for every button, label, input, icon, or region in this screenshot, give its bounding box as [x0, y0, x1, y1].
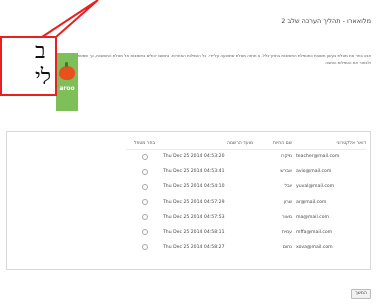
select-radio[interactable] — [141, 168, 148, 175]
header-email: דואר אלקטרוני — [292, 138, 366, 150]
submit-button[interactable]: המשך — [351, 289, 371, 299]
cell-date: Thu Dec 25 2014 04:57:29 — [163, 199, 225, 205]
header-registration-date: מועד הרשמה — [159, 138, 253, 150]
select-radio[interactable] — [141, 183, 148, 190]
cell-pet: נחום — [282, 245, 292, 251]
callout-box: ב לי — [0, 36, 57, 96]
table-row[interactable]: teacher@mail.com מיקרו Thu Dec 25 2014 0… — [126, 149, 366, 164]
header-pet-name: שם החיות — [253, 138, 292, 150]
cell-date: Thu Dec 25 2014 04:58:27 — [163, 245, 225, 251]
cell-email: teacher@mail.com — [296, 154, 340, 160]
cell-email: xova@mail.com — [296, 245, 333, 251]
page-title: מלואארו - תהליך הערכה שלב 2 — [281, 17, 371, 25]
cell-pet: עמית — [281, 230, 292, 236]
table-row[interactable]: xova@mail.com נחום Thu Dec 25 2014 04:58… — [126, 240, 366, 255]
cell-select — [126, 240, 159, 255]
caregiver-table: דואר אלקטרוני שם החיות מועד הרשמה בחר מט… — [126, 138, 366, 255]
cell-select — [126, 210, 159, 225]
table-row[interactable]: yuval@mail.com יובל Thu Dec 25 2014 04:5… — [126, 179, 366, 194]
cell-pet: אברש — [280, 169, 292, 175]
header-select: בחר מטפל — [126, 138, 159, 150]
cell-select — [126, 179, 159, 194]
callout-text-line2: לי — [35, 65, 52, 90]
caregiver-table-panel: דואר אלקטרוני שם החיות מועד הרשמה בחר מט… — [6, 131, 371, 270]
cell-email: ar@mail.com — [296, 199, 327, 205]
cell-select — [126, 164, 159, 179]
cell-select — [126, 225, 159, 240]
cell-pet: יובל — [284, 184, 292, 190]
cell-pet: מאור — [281, 214, 292, 220]
cell-date: Thu Dec 25 2014 04:57:53 — [163, 214, 225, 220]
cell-select — [126, 195, 159, 210]
cell-email: avio@mail.com — [296, 169, 332, 175]
cell-select — [126, 149, 159, 164]
cell-email: ma@mail.com — [296, 214, 329, 220]
table-row[interactable]: ma@mail.com מאור Thu Dec 25 2014 04:57:5… — [126, 210, 366, 225]
cell-date: Thu Dec 25 2014 04:54:10 — [163, 184, 225, 190]
select-radio[interactable] — [141, 153, 148, 160]
table-row[interactable]: ar@mail.com שרון Thu Dec 25 2014 04:57:2… — [126, 195, 366, 210]
table-row[interactable]: mffa@mail.com עמית Thu Dec 25 2014 04:58… — [126, 225, 366, 240]
instructions-text: אנא בחר את מטלת בעיגון תשובת כמטפלת התשו… — [53, 53, 371, 65]
callout-pointer — [38, 0, 99, 38]
select-radio[interactable] — [141, 214, 148, 221]
cell-date: Thu Dec 25 2014 04:53:20 — [163, 154, 225, 160]
callout: ב לי — [0, 0, 99, 100]
table-row[interactable]: avio@mail.com אברש Thu Dec 25 2014 04:53… — [126, 164, 366, 179]
callout-text-line1: ב — [35, 39, 46, 64]
cell-pet: מיקרו — [280, 154, 292, 160]
cell-email: mffa@mail.com — [296, 230, 333, 236]
cell-email: yuval@mail.com — [296, 184, 335, 190]
cell-date: Thu Dec 25 2014 04:53:41 — [163, 169, 225, 175]
select-radio[interactable] — [141, 198, 148, 205]
cell-date: Thu Dec 25 2014 04:58:11 — [163, 230, 225, 236]
select-radio[interactable] — [141, 244, 148, 251]
table-header-row: דואר אלקטרוני שם החיות מועד הרשמה בחר מט… — [126, 138, 366, 150]
select-radio[interactable] — [141, 229, 148, 236]
cell-pet: שרון — [283, 199, 292, 205]
